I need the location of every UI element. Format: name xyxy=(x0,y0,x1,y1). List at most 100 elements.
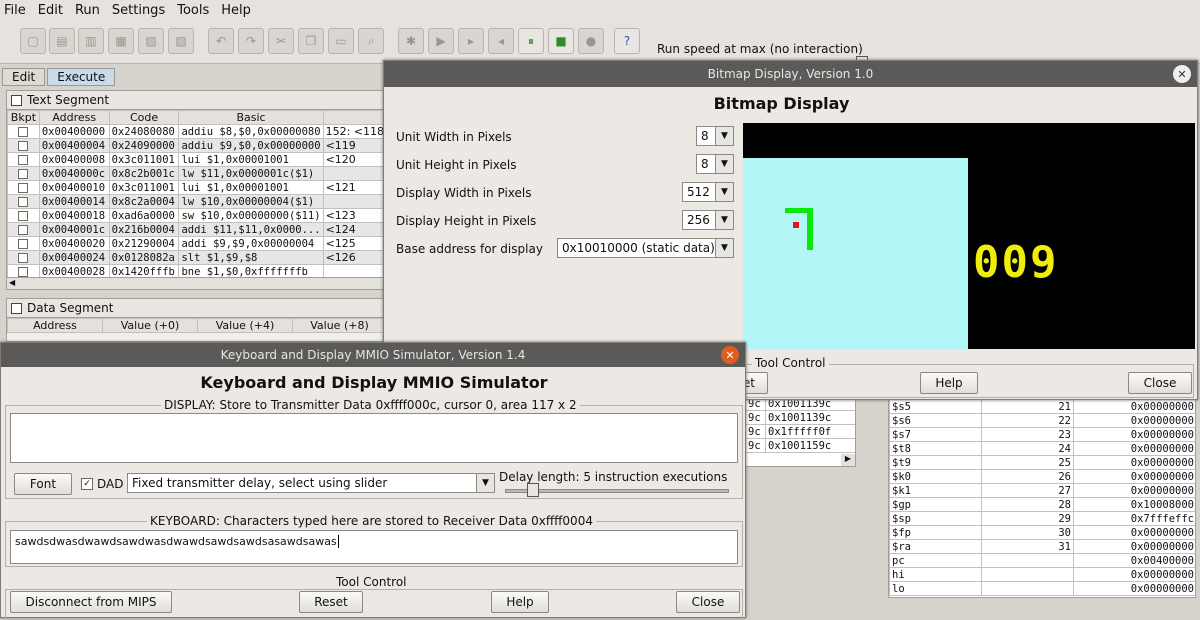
table-row[interactable]: 0x00400004 0x24090000 addiu $9,$0,0x000000… xyxy=(7,138,387,153)
dad-checkbox[interactable]: ✓ xyxy=(81,478,93,490)
menu-settings[interactable]: Settings xyxy=(112,3,165,18)
tab-execute[interactable]: Execute xyxy=(47,68,116,86)
table-row[interactable]: 0x00400010 0x3c011001 lui $1,0x00001001 <12… xyxy=(7,180,387,195)
breakpoint-checkbox[interactable] xyxy=(18,127,29,137)
cut-icon[interactable]: ✂ xyxy=(268,28,294,54)
table-row[interactable]: 0x0040001c 0x216b0004 addi $11,$11,0x0000.… xyxy=(7,222,387,237)
font-button[interactable]: Font xyxy=(14,473,72,495)
bkpt-cell[interactable] xyxy=(7,250,40,265)
print-icon[interactable]: ▨ xyxy=(168,28,194,54)
table-row[interactable]: pc 0x00400000 xyxy=(889,553,1195,568)
table-row[interactable]: 0x0040000c 0x8c2b001c lw $11,0x0000001c($1… xyxy=(7,166,387,181)
delay-mode-select[interactable]: Fixed transmitter delay, select using sl… xyxy=(127,473,495,493)
unit-width-select[interactable]: 8 ▼ xyxy=(696,126,734,146)
table-row[interactable]: $t9 25 0x00000000 xyxy=(889,455,1195,470)
find-icon[interactable]: ⌕ xyxy=(358,28,384,54)
breakpoint-checkbox[interactable] xyxy=(18,141,29,151)
paste-icon[interactable]: ▭ xyxy=(328,28,354,54)
chevron-down-icon[interactable]: ▼ xyxy=(715,183,733,201)
chevron-down-icon[interactable]: ▼ xyxy=(715,155,733,173)
data-segment-table[interactable]: Address Value (+0) Value (+4) Value (+8) xyxy=(7,318,387,333)
menu-file[interactable]: File xyxy=(4,3,26,18)
table-row[interactable]: $s5 21 0x00000000 xyxy=(889,399,1195,414)
open-icon[interactable]: ▤ xyxy=(49,28,75,54)
redo-icon[interactable]: ↷ xyxy=(238,28,264,54)
close-icon[interactable]: ✕ xyxy=(1173,65,1191,83)
text-segment-table[interactable]: Bkpt Address Code Basic 0x00400000 0x2408… xyxy=(7,110,387,279)
table-row[interactable]: $k0 26 0x00000000 xyxy=(889,469,1195,484)
close-file-icon[interactable]: ▥ xyxy=(78,28,104,54)
display-height-select[interactable]: 256 ▼ xyxy=(682,210,734,230)
chevron-down-icon[interactable]: ▼ xyxy=(476,474,494,492)
dump-icon[interactable]: ▧ xyxy=(138,28,164,54)
reset-icon[interactable]: ● xyxy=(578,28,604,54)
header-basic[interactable]: Basic xyxy=(178,110,324,125)
bkpt-cell[interactable] xyxy=(7,180,40,195)
step-icon[interactable]: ▸ xyxy=(458,28,484,54)
table-row[interactable]: $t8 24 0x00000000 xyxy=(889,441,1195,456)
copy-icon[interactable]: ❐ xyxy=(298,28,324,54)
help-button[interactable]: Help xyxy=(491,591,549,613)
table-row[interactable]: $fp 30 0x00000000 xyxy=(889,525,1195,540)
bkpt-cell[interactable] xyxy=(7,236,40,251)
bkpt-cell[interactable] xyxy=(7,208,40,223)
tab-edit[interactable]: Edit xyxy=(2,68,46,86)
disconnect-button[interactable]: Disconnect from MIPS xyxy=(10,591,172,613)
breakpoint-checkbox[interactable] xyxy=(18,267,29,277)
table-row[interactable]: 0x00400000 0x24080080 addiu $8,$0,0x000000… xyxy=(7,124,387,139)
header-value-4[interactable]: Value (+4) xyxy=(197,318,293,333)
header-value-8[interactable]: Value (+8) xyxy=(292,318,387,333)
bkpt-cell[interactable] xyxy=(7,152,40,167)
reset-button[interactable]: Reset xyxy=(299,591,363,613)
table-row[interactable]: 0x00400008 0x3c011001 lui $1,0x00001001 <12… xyxy=(7,152,387,167)
bitmap-title-bar[interactable]: Bitmap Display, Version 1.0 ✕ xyxy=(384,61,1197,87)
close-button[interactable]: Close xyxy=(676,591,740,613)
header-bkpt[interactable]: Bkpt xyxy=(7,110,40,125)
bkpt-cell[interactable] xyxy=(7,194,40,209)
table-row[interactable]: 0x00400018 0xad6a0000 sw $10,0x00000000($1… xyxy=(7,208,387,223)
table-row[interactable]: hi 0x00000000 xyxy=(889,567,1195,582)
delay-slider-knob[interactable] xyxy=(527,483,540,497)
new-icon[interactable]: ▢ xyxy=(20,28,46,54)
table-row[interactable]: $sp 29 0x7fffeffc xyxy=(889,511,1195,526)
bkpt-cell[interactable] xyxy=(7,138,40,153)
breakpoint-checkbox[interactable] xyxy=(18,225,29,235)
table-row[interactable]: $s6 22 0x00000000 xyxy=(889,413,1195,428)
scroll-left-icon[interactable]: ◀ xyxy=(9,278,15,287)
breakpoint-checkbox[interactable] xyxy=(18,197,29,207)
stop-icon[interactable]: ■ xyxy=(548,28,574,54)
menu-edit[interactable]: Edit xyxy=(38,3,63,18)
keyboard-input[interactable]: sawdsdwasdwawdsawdwasdwawdsawdsawdsasawd… xyxy=(10,530,738,564)
close-icon[interactable]: ✕ xyxy=(721,346,739,364)
table-row[interactable]: 0x00400014 0x8c2a0004 lw $10,0x00000004($1… xyxy=(7,194,387,209)
assemble-icon[interactable]: ✱ xyxy=(398,28,424,54)
breakpoint-checkbox[interactable] xyxy=(18,183,29,193)
menu-tools[interactable]: Tools xyxy=(177,3,209,18)
mmio-title-bar[interactable]: Keyboard and Display MMIO Simulator, Ver… xyxy=(1,343,745,367)
table-row[interactable]: $gp 28 0x10008000 xyxy=(889,497,1195,512)
table-row[interactable]: 0x00400020 0x21290004 addi $9,$9,0x0000000… xyxy=(7,236,387,251)
bkpt-cell[interactable] xyxy=(7,166,40,181)
header-address[interactable]: Address xyxy=(38,110,110,125)
breakpoint-checkbox[interactable] xyxy=(18,253,29,263)
backstep-icon[interactable]: ◂ xyxy=(488,28,514,54)
breakpoint-checkbox[interactable] xyxy=(18,169,29,179)
bkpt-cell[interactable] xyxy=(7,222,40,237)
undo-icon[interactable]: ↶ xyxy=(208,28,234,54)
registers-table[interactable]: $s5 21 0x00000000 $s6 22 0x00000000 $s7 23 0x000… xyxy=(889,399,1195,596)
table-row[interactable]: $ra 31 0x00000000 xyxy=(889,539,1195,554)
header-code[interactable]: Code xyxy=(108,110,180,125)
header-source[interactable] xyxy=(322,110,387,125)
pause-icon[interactable]: ⏸ xyxy=(518,28,544,54)
table-row[interactable]: $k1 27 0x00000000 xyxy=(889,483,1195,498)
header-address[interactable]: Address xyxy=(7,318,103,333)
menu-help[interactable]: Help xyxy=(221,3,251,18)
display-width-select[interactable]: 512 ▼ xyxy=(682,182,734,202)
chevron-down-icon[interactable]: ▼ xyxy=(715,239,733,257)
chevron-down-icon[interactable]: ▼ xyxy=(715,211,733,229)
display-output-area[interactable] xyxy=(10,413,738,463)
help-icon[interactable]: ? xyxy=(614,28,640,54)
close-button[interactable]: Close xyxy=(1128,372,1192,394)
breakpoint-checkbox[interactable] xyxy=(18,239,29,249)
breakpoint-checkbox[interactable] xyxy=(18,155,29,165)
